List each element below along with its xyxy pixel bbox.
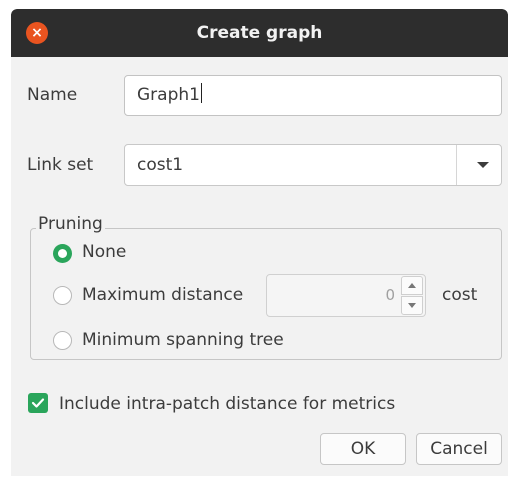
- dropdown-separator: [456, 145, 457, 185]
- chevron-down-icon: [408, 303, 416, 308]
- spin-up-button[interactable]: [401, 276, 423, 295]
- name-field[interactable]: Graph1: [124, 75, 502, 116]
- spin-buttons: [401, 275, 425, 316]
- cancel-button[interactable]: Cancel: [416, 433, 502, 465]
- radio-minimum-spanning-tree[interactable]: [53, 331, 72, 350]
- create-graph-dialog: × Create graph Name Graph1 Link set cost…: [11, 9, 508, 476]
- radio-none-label: None: [82, 242, 127, 262]
- radio-maximum-distance[interactable]: [53, 286, 72, 305]
- spin-down-button[interactable]: [401, 296, 423, 315]
- pruning-group-title: Pruning: [36, 214, 105, 234]
- intra-patch-label: Include intra-patch distance for metrics: [59, 394, 396, 414]
- intra-patch-checkbox[interactable]: [28, 393, 48, 413]
- max-distance-value: 0: [385, 286, 395, 304]
- radio-none[interactable]: [53, 244, 72, 263]
- name-label: Name: [27, 85, 78, 105]
- dialog-title: Create graph: [196, 23, 323, 43]
- text-caret: [200, 83, 202, 103]
- max-distance-spinbox[interactable]: 0: [266, 274, 426, 317]
- link-set-label: Link set: [27, 155, 94, 175]
- checkmark-icon: [31, 398, 45, 408]
- distance-unit-label: cost: [442, 285, 478, 305]
- name-value: Graph1: [137, 85, 200, 105]
- chevron-up-icon: [408, 283, 416, 288]
- link-set-dropdown[interactable]: cost1: [124, 144, 502, 186]
- title-bar: × Create graph: [11, 9, 508, 57]
- radio-minimum-spanning-tree-label: Minimum spanning tree: [82, 330, 284, 350]
- link-set-value: cost1: [137, 155, 184, 175]
- radio-maximum-distance-label: Maximum distance: [82, 285, 244, 305]
- ok-button[interactable]: OK: [320, 433, 406, 465]
- chevron-down-icon[interactable]: [477, 162, 489, 168]
